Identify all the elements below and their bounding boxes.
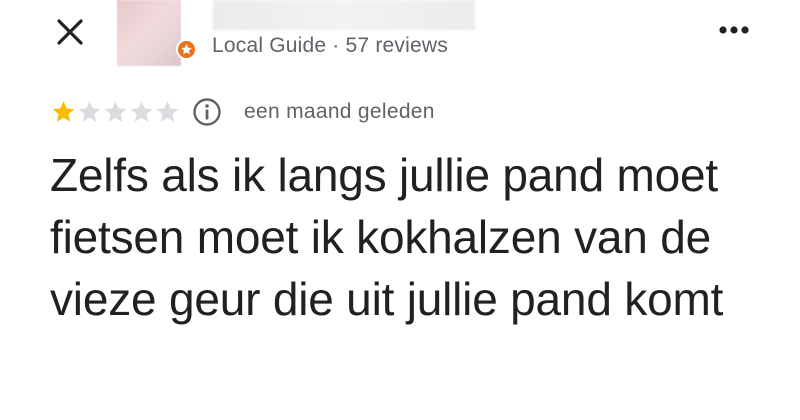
star-empty-icon [104,101,127,122]
reviewer-name-redacted [213,0,475,30]
reviewer-meta: Local Guide · 57 reviews [212,34,448,57]
info-button[interactable] [192,97,222,127]
local-guide-badge [176,39,197,60]
more-options-button[interactable] [712,18,756,42]
star-empty-icon [78,101,101,122]
close-button[interactable] [52,14,88,50]
info-icon [192,98,222,131]
star-rating [50,99,180,125]
rating-row: een maand geleden [50,98,435,126]
review-text: Zelfs als ik langs jullie pand moet fiet… [50,149,724,325]
star-empty-icon [130,101,153,122]
review-date: een maand geleden [244,100,435,123]
avatar[interactable] [117,0,181,66]
star-empty-icon [156,101,179,122]
star-filled-icon [52,101,75,122]
close-icon [52,14,88,50]
more-horizontal-icon [712,26,756,46]
